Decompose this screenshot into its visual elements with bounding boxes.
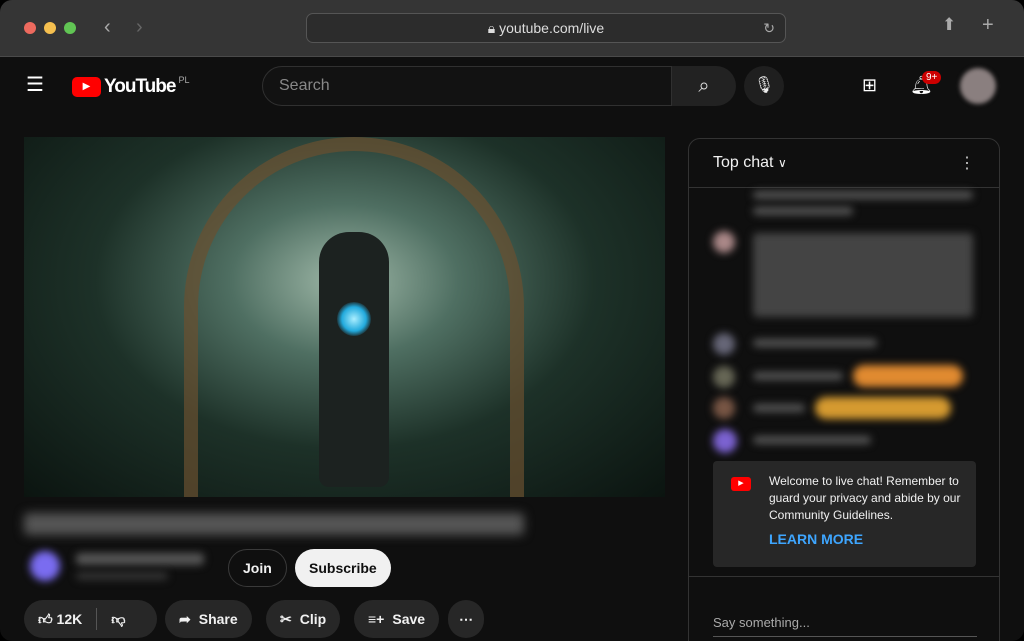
live-chat-panel: Top chat ∨ ⋮ ▶ Welcome to live chat! Rem… <box>688 138 1000 641</box>
like-button[interactable]: 👍︎ 12K <box>38 600 82 638</box>
forward-icon[interactable]: › <box>136 16 143 39</box>
chat-message-blurred <box>753 233 973 317</box>
divider <box>96 608 98 630</box>
chat-message-blurred <box>753 404 805 412</box>
create-video-icon[interactable]: ⊞ <box>862 75 877 96</box>
playlist-add-icon: ≡+ <box>368 611 385 627</box>
share-button[interactable]: ➦ Share <box>165 600 252 638</box>
video-scene-figure <box>319 232 389 487</box>
chat-mode-label: Top chat <box>713 154 774 171</box>
microphone-icon: 🎙︎ <box>753 77 775 94</box>
youtube-header: ☰ ▶ YouTube PL Search ⌕ 🎙︎ ⊞ 🔔︎ 9+ <box>0 58 1024 114</box>
play-logo-icon: ▶ <box>72 77 101 97</box>
url-text: youtube.com/live <box>499 20 605 36</box>
clip-button[interactable]: ✂ Clip <box>266 600 341 638</box>
subscribe-button[interactable]: Subscribe <box>295 549 391 587</box>
save-label: Save <box>392 611 426 627</box>
thumbs-down-icon: 👎︎ <box>111 611 126 627</box>
welcome-text: Welcome to live chat! Remember to guard … <box>769 474 961 522</box>
dislike-button[interactable]: 👎︎ <box>111 600 125 638</box>
browser-window: ‹ › 🔒︎ youtube.com/live ↻ ⬆ + ☰ ▶ YouTube… <box>0 0 1024 641</box>
share-label: Share <box>198 611 238 627</box>
minimize-window-button[interactable] <box>44 22 56 34</box>
more-horizontal-icon: ⋯ <box>459 611 473 627</box>
chat-message-blurred <box>753 436 871 444</box>
menu-icon[interactable]: ☰ <box>26 72 44 97</box>
chat-message-blurred <box>753 207 853 215</box>
like-dislike-group: 👍︎ 12K 👎︎ <box>24 600 157 638</box>
more-actions-button[interactable]: ⋯ <box>448 600 484 638</box>
clip-label: Clip <box>299 611 327 627</box>
notification-badge: 9+ <box>922 71 942 84</box>
chat-avatar <box>713 231 735 253</box>
chevron-down-icon: ∨ <box>777 156 787 170</box>
chat-avatar <box>713 429 737 453</box>
search-icon: ⌕ <box>698 75 710 97</box>
scissors-icon: ✂ <box>280 611 292 627</box>
share-icon: ➦ <box>179 611 191 627</box>
address-bar[interactable]: 🔒︎ youtube.com/live ↻ <box>306 13 786 43</box>
learn-more-link[interactable]: LEARN MORE <box>769 531 863 547</box>
close-window-button[interactable] <box>24 22 36 34</box>
more-vertical-icon[interactable]: ⋮ <box>959 153 975 173</box>
chat-header: Top chat ∨ ⋮ <box>689 139 999 188</box>
chat-avatar <box>713 333 735 355</box>
voice-search-button[interactable]: 🎙︎ <box>744 66 784 106</box>
video-title-blurred <box>24 513 524 535</box>
youtube-logo[interactable]: ▶ YouTube PL <box>72 75 190 98</box>
reload-icon[interactable]: ↻ <box>763 14 775 43</box>
chat-message-blurred <box>753 191 973 199</box>
maximize-window-button[interactable] <box>64 22 76 34</box>
channel-name-blurred[interactable] <box>76 553 204 565</box>
chat-emojis-blurred <box>853 365 963 387</box>
video-player[interactable] <box>24 137 665 497</box>
browser-toolbar: ‹ › 🔒︎ youtube.com/live ↻ ⬆ + <box>0 0 1024 57</box>
share-page-icon[interactable]: ⬆ <box>942 15 956 35</box>
like-count: 12K <box>56 611 83 627</box>
chat-avatar <box>713 397 735 419</box>
back-icon[interactable]: ‹ <box>104 16 111 39</box>
region-code: PL <box>178 75 190 85</box>
chat-emojis-blurred <box>815 397 951 419</box>
new-tab-icon[interactable]: + <box>982 14 994 37</box>
avatar[interactable] <box>960 68 996 104</box>
save-button[interactable]: ≡+ Save <box>354 600 440 638</box>
subscriber-count-blurred <box>76 572 168 580</box>
video-scene-glow <box>337 302 371 336</box>
chat-message-blurred <box>753 339 877 347</box>
logo-text: YouTube <box>104 76 176 97</box>
youtube-icon: ▶ <box>731 477 751 491</box>
live-chat-welcome-banner: ▶ Welcome to live chat! Remember to guar… <box>713 461 976 567</box>
channel-avatar[interactable] <box>30 551 60 581</box>
search-input[interactable]: Search <box>262 66 672 106</box>
chat-mode-dropdown[interactable]: Top chat ∨ <box>713 154 787 172</box>
thumbs-up-icon: 👍︎ <box>38 611 53 627</box>
search-button[interactable]: ⌕ <box>672 66 736 106</box>
chat-message-blurred <box>753 372 843 380</box>
chat-message-input[interactable]: Say something... <box>713 615 977 637</box>
chat-avatar <box>713 366 735 388</box>
divider <box>689 576 999 577</box>
lock-icon: 🔒︎ <box>487 20 500 36</box>
join-button[interactable]: Join <box>228 549 287 587</box>
